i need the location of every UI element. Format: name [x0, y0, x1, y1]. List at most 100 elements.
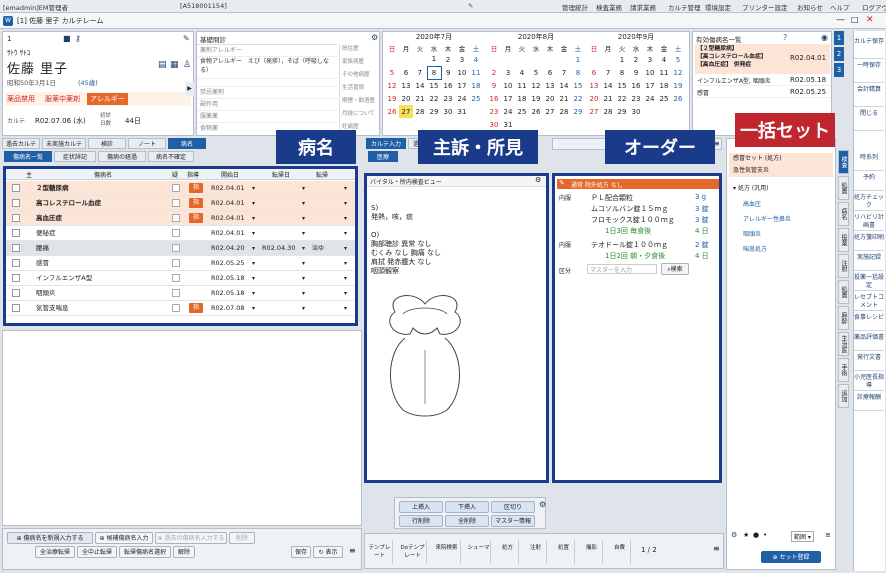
order-template-tab[interactable]: 処方 — [497, 540, 519, 564]
dx-start-date[interactable]: R02.05.18 — [211, 286, 244, 301]
calendar-day[interactable]: 24 — [501, 105, 515, 118]
chevron-down-icon[interactable]: ▾ — [302, 181, 305, 196]
category-vtab[interactable]: 検査 — [838, 150, 849, 174]
calendar-day[interactable]: 5 — [385, 66, 399, 79]
menu-notice[interactable]: お知らせ — [797, 2, 823, 12]
calendar-day[interactable]: 28 — [601, 105, 615, 118]
chevron-down-icon[interactable]: ▾ — [344, 301, 347, 316]
side-nav-button[interactable]: 処方箋印刷 — [854, 231, 884, 251]
calendar-day[interactable]: 19 — [529, 92, 543, 105]
side-nav-button[interactable]: 投薬一括設定 — [854, 271, 884, 291]
calendar-day[interactable]: 6 — [587, 66, 601, 79]
chevron-down-icon[interactable]: ▾ — [344, 256, 347, 271]
bulk-list-item[interactable]: 喘息処方 — [743, 244, 767, 253]
calendar-day[interactable]: 20 — [399, 92, 413, 105]
table-row[interactable]: 気管支喘息 指 R02.07.08 ▾ ▾ ▾ — [6, 301, 355, 316]
page-tab-2[interactable]: 2 — [834, 47, 844, 61]
calendar-day[interactable]: 4 — [469, 53, 483, 66]
order-template-tab[interactable]: 注射 — [525, 540, 547, 564]
circle-icon[interactable]: ● — [753, 531, 759, 539]
subtab-symptom[interactable]: 症状詳記 — [54, 151, 96, 162]
order-template-tab[interactable]: 撮影 — [581, 540, 603, 564]
calendar-day[interactable]: 28 — [413, 105, 427, 118]
display-button[interactable]: ↻ 表示 — [313, 546, 343, 558]
calendar-day[interactable]: 15 — [615, 79, 629, 92]
checkbox[interactable] — [12, 274, 20, 282]
checkbox[interactable] — [12, 229, 20, 237]
set-register-button[interactable]: ⊕ セット登録 — [761, 551, 821, 563]
table-row[interactable]: ２型糖尿病 指 R02.04.01 ▾ ▾ ▾ — [6, 181, 355, 196]
suspect-checkbox[interactable] — [172, 274, 180, 282]
calendar-day[interactable]: 10 — [501, 79, 515, 92]
side-nav-button[interactable]: 一時保存 — [854, 59, 884, 83]
suspect-checkbox[interactable] — [172, 199, 180, 207]
side-nav-button[interactable]: 予約 — [854, 171, 884, 191]
tab-past-karte[interactable]: 過去カルテ — [2, 138, 40, 149]
guidance-badge[interactable]: 指 — [189, 213, 203, 223]
table-row[interactable]: 腰痛 R02.04.20 ▾ R02.04.30 ▾ 治ゆ ▾ — [6, 241, 355, 256]
history-item[interactable]: 家族病歴 — [340, 57, 379, 70]
calendar-day[interactable]: 7 — [601, 66, 615, 79]
calendar-day[interactable]: 27 — [543, 105, 557, 118]
bulk-list-item[interactable]: 高血圧 — [743, 199, 761, 208]
chevron-down-icon[interactable]: ▾ — [252, 226, 255, 241]
side-nav-button[interactable]: 会計精算 — [854, 83, 884, 107]
calendar-day[interactable]: 14 — [557, 79, 571, 92]
calendar-day[interactable]: 5 — [671, 53, 685, 66]
document-icon[interactable]: ▤ — [158, 60, 167, 70]
calendar-day[interactable]: 24 — [643, 92, 657, 105]
side-nav-button[interactable]: リハビリ計画書 — [854, 211, 884, 231]
checkbox[interactable] — [12, 304, 20, 312]
table-row[interactable]: 感冒 R02.05.25 ▾ ▾ ▾ — [6, 256, 355, 271]
menu-karte[interactable]: カルテ管理 — [668, 2, 701, 12]
calendar-day[interactable]: 25 — [515, 105, 529, 118]
calendar-day[interactable]: 13 — [587, 79, 601, 92]
calendar-day[interactable]: 4 — [515, 66, 529, 79]
calendar-day[interactable]: 22 — [615, 92, 629, 105]
dx-start-date[interactable]: R02.05.18 — [211, 271, 244, 286]
active-dx-row[interactable]: 【２型糖尿病】 【高コレステロール血症】 【高血圧症】 併発症 R02.04.0… — [695, 44, 830, 74]
calendar-day[interactable]: 29 — [427, 105, 441, 118]
close-icon[interactable]: ✕ — [866, 15, 874, 25]
checkbox[interactable] — [12, 199, 20, 207]
checkbox[interactable] — [12, 244, 20, 252]
order-template-tab[interactable]: テンプレート — [367, 540, 393, 564]
guidance-badge[interactable]: 指 — [189, 198, 203, 208]
order-template-tab[interactable]: 来院検索 — [433, 540, 461, 564]
order-drug[interactable]: フロモックス錠１００ｍｇ — [591, 215, 675, 225]
gear-icon[interactable]: ⚙ — [539, 500, 546, 509]
calendar-day[interactable]: 26 — [385, 105, 399, 118]
side-nav-button[interactable]: 時系列 — [854, 151, 884, 171]
tab-diagnosis[interactable]: 病名 — [168, 138, 206, 149]
calendar-day[interactable]: 14 — [601, 79, 615, 92]
collapse-arrow-icon[interactable]: ▶ — [185, 82, 194, 96]
category-vtab[interactable]: 注射 — [838, 254, 849, 278]
chevron-down-icon[interactable]: ▾ — [302, 241, 305, 256]
gear-icon[interactable]: ⚙ — [371, 33, 378, 42]
checkbox[interactable] — [12, 289, 20, 297]
calendar-day[interactable]: 2 — [441, 53, 455, 66]
calendar-day[interactable]: 21 — [601, 92, 615, 105]
menu-settings[interactable]: 環境設定 — [705, 2, 731, 12]
chevron-down-icon[interactable]: ▾ — [344, 211, 347, 226]
subtab-dx-list[interactable]: 傷病名一覧 — [4, 151, 52, 162]
all-cured-button[interactable]: 全治療転帰 — [35, 546, 75, 558]
calendar-day[interactable]: 21 — [413, 92, 427, 105]
active-dx-row[interactable]: 感冒 R02.05.25 — [695, 86, 830, 98]
chevron-down-icon[interactable]: ▾ — [252, 196, 255, 211]
calendar-day[interactable]: 29 — [571, 105, 585, 118]
chevron-down-icon[interactable]: ▾ — [302, 286, 305, 301]
category-vtab[interactable]: 処置 — [838, 280, 849, 304]
edit-icon[interactable]: ✎ — [468, 2, 473, 10]
category-vtab[interactable]: 麻酔 — [838, 306, 849, 330]
chevron-down-icon[interactable]: ▾ — [252, 181, 255, 196]
checkbox[interactable] — [12, 184, 20, 192]
throat-schema-image[interactable] — [375, 292, 475, 420]
calendar-day[interactable]: 14 — [413, 79, 427, 92]
calendar-day[interactable]: 2 — [487, 66, 501, 79]
master-info-button[interactable]: マスター情報 — [491, 515, 535, 527]
calendar-day[interactable]: 12 — [529, 79, 543, 92]
side-nav-button[interactable]: 薬品評価書 — [854, 331, 884, 351]
chevron-down-icon[interactable]: ▾ — [344, 226, 347, 241]
side-nav-button[interactable]: 食事レシピ — [854, 311, 884, 331]
